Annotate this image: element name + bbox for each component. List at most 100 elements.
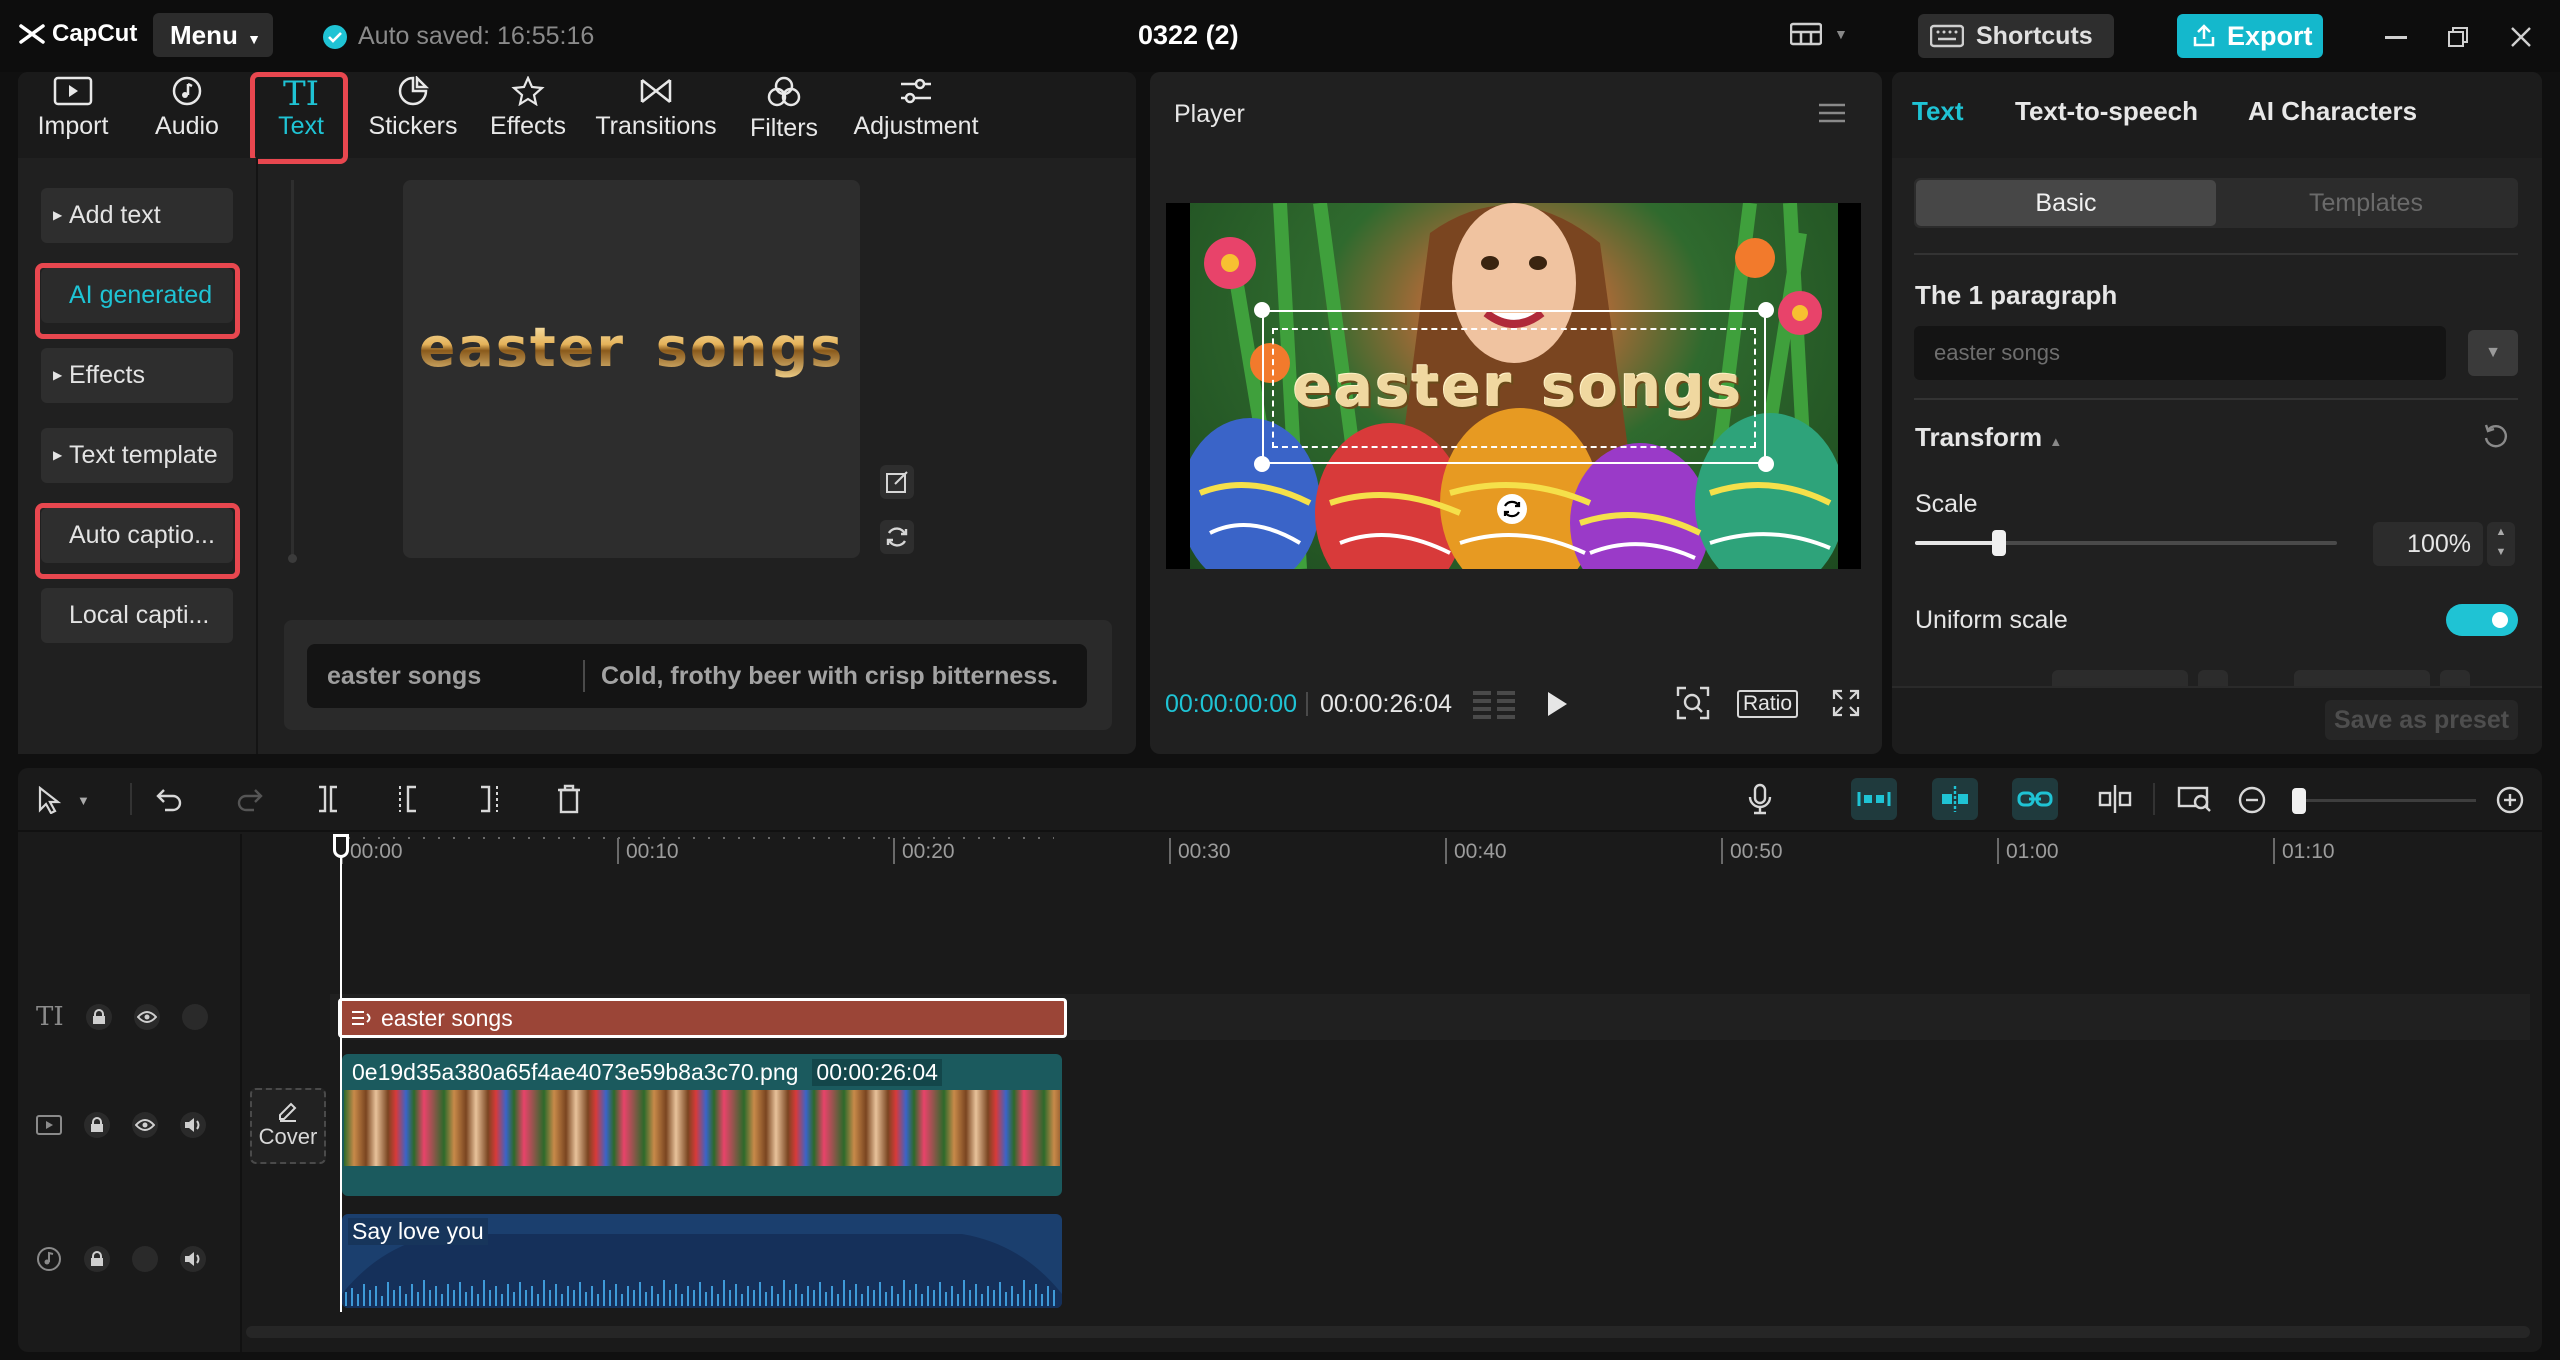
- main-track-magnet-button[interactable]: [1851, 778, 1897, 820]
- toolbar-stickers[interactable]: Stickers: [357, 76, 469, 160]
- save-as-preset-button[interactable]: Save as preset: [2325, 700, 2518, 740]
- scale-slider[interactable]: [1915, 530, 2337, 556]
- split-left-button[interactable]: [396, 784, 422, 814]
- toolbar-transitions[interactable]: Transitions: [593, 76, 719, 160]
- link-clips-button[interactable]: [2012, 778, 2058, 820]
- tab-text[interactable]: Text: [1912, 96, 1964, 127]
- select-tool-button[interactable]: ▼: [37, 786, 90, 814]
- toolbar-effects[interactable]: Effects: [472, 76, 584, 160]
- subtab-templates[interactable]: Templates: [2216, 180, 2516, 226]
- toolbar-filters[interactable]: Filters: [728, 76, 840, 160]
- eye-icon[interactable]: [132, 1112, 158, 1138]
- toolbar-adjustment[interactable]: Adjustment: [840, 76, 992, 160]
- regenerate-button[interactable]: [880, 520, 914, 554]
- toolbar-audio[interactable]: Audio: [131, 76, 243, 160]
- eye-icon[interactable]: [133, 1004, 160, 1030]
- position-fields-peek: [2294, 670, 2430, 686]
- text-clip[interactable]: easter songs: [338, 998, 1067, 1038]
- shortcuts-button[interactable]: Shortcuts: [1918, 14, 2114, 58]
- player-menu-button[interactable]: [1818, 102, 1846, 124]
- split-button[interactable]: [315, 784, 341, 814]
- chevron-up-icon[interactable]: ▲: [2487, 522, 2515, 542]
- speaker-icon[interactable]: [180, 1112, 206, 1138]
- lock-icon[interactable]: [84, 1112, 110, 1138]
- tab-text-to-speech[interactable]: Text-to-speech: [2015, 96, 2198, 127]
- scale-slider-thumb[interactable]: [1992, 530, 2007, 556]
- auto-snap-button[interactable]: [1932, 778, 1978, 820]
- playhead[interactable]: [340, 834, 342, 1312]
- zoom-to-fit-button[interactable]: [2177, 784, 2213, 814]
- chevron-down-icon: ▼: [2485, 344, 2501, 361]
- resize-handle[interactable]: [1758, 456, 1774, 472]
- delete-button[interactable]: [556, 784, 582, 814]
- paragraph-input[interactable]: easter songs: [1914, 326, 2446, 380]
- timeline-grid-button[interactable]: [1473, 689, 1517, 721]
- audio-clip[interactable]: Say love you: [342, 1214, 1062, 1308]
- tab-ai-characters[interactable]: AI Characters: [2248, 96, 2417, 127]
- resize-handle[interactable]: [1254, 302, 1270, 318]
- reset-transform-button[interactable]: [2482, 422, 2510, 450]
- play-button[interactable]: [1545, 690, 1569, 718]
- subtab-basic[interactable]: Basic: [1916, 180, 2216, 226]
- zoom-slider[interactable]: [2292, 788, 2476, 814]
- zoom-out-button[interactable]: [2238, 786, 2266, 814]
- sidebar-item-text-template[interactable]: ▶ Text template: [41, 428, 233, 483]
- undo-button[interactable]: [155, 786, 183, 812]
- audio-clip-label: Say love you: [348, 1218, 488, 1245]
- split-icon: [319, 785, 337, 813]
- split-right-button[interactable]: [475, 784, 501, 814]
- video-clip[interactable]: 0e19d35a380a65f4ae4073e59b8a3c70.png 00:…: [342, 1054, 1062, 1196]
- section-divider: [1914, 398, 2518, 400]
- paragraph-dropdown[interactable]: ▼: [2468, 330, 2518, 376]
- resize-handle[interactable]: [1758, 302, 1774, 318]
- content-scrollbar[interactable]: [291, 180, 294, 560]
- redo-button[interactable]: [236, 786, 264, 812]
- sidebar-item-local-captions[interactable]: Local capti...: [41, 588, 233, 643]
- resize-handle[interactable]: [1254, 456, 1270, 472]
- sidebar-item-label: Local capti...: [69, 601, 210, 629]
- timeline-ruler[interactable]: [244, 834, 2542, 868]
- zoom-in-button[interactable]: [2496, 786, 2524, 814]
- uniform-scale-toggle[interactable]: [2446, 604, 2518, 636]
- speaker-icon[interactable]: [180, 1246, 206, 1272]
- sidebar-item-add-text[interactable]: ▶ Add text: [41, 188, 233, 243]
- chevron-down-icon[interactable]: ▼: [2487, 542, 2515, 562]
- transform-header[interactable]: Transform ▲: [1915, 422, 2062, 453]
- edit-text-button[interactable]: [880, 465, 914, 499]
- layout-button[interactable]: ▼: [1790, 22, 1848, 46]
- shortcuts-label: Shortcuts: [1976, 21, 2093, 50]
- minimize-button[interactable]: [2385, 36, 2407, 39]
- preview-axis-button[interactable]: [2098, 784, 2132, 814]
- export-icon: [2193, 24, 2215, 47]
- chevron-down-icon[interactable]: ▼: [77, 793, 90, 808]
- timeline-scrollbar[interactable]: [246, 1326, 2530, 1338]
- sidebar-item-effects[interactable]: ▶ Effects: [41, 348, 233, 403]
- scrollbar-thumb[interactable]: [288, 554, 297, 563]
- sidebar-item-label: Add text: [69, 201, 161, 229]
- sidebar-item-label: Text template: [69, 441, 218, 469]
- export-button[interactable]: Export: [2177, 14, 2323, 58]
- scale-value-input[interactable]: 100%: [2373, 522, 2483, 566]
- fullscreen-button[interactable]: [1832, 689, 1860, 717]
- zoom-out-icon: [2238, 786, 2266, 814]
- prompt-input[interactable]: easter songs Cold, frothy beer with cris…: [307, 644, 1087, 708]
- restore-button[interactable]: [2447, 26, 2469, 48]
- lock-icon[interactable]: [84, 1246, 110, 1272]
- fit-view-button[interactable]: [1676, 686, 1710, 720]
- record-voiceover-button[interactable]: [1747, 783, 1773, 815]
- cover-button[interactable]: Cover: [250, 1088, 326, 1164]
- auto-captions-highlight: [35, 503, 240, 579]
- toolbar-import[interactable]: Import: [17, 76, 129, 160]
- lock-icon[interactable]: [85, 1004, 112, 1030]
- fullscreen-icon: [1832, 689, 1860, 717]
- rotate-handle[interactable]: [1497, 494, 1527, 524]
- scale-stepper[interactable]: ▲ ▼: [2487, 522, 2515, 566]
- ratio-button[interactable]: Ratio: [1737, 690, 1799, 718]
- zoom-slider-thumb[interactable]: [2292, 788, 2306, 814]
- close-button[interactable]: [2510, 26, 2532, 48]
- toolbar-audio-label: Audio: [155, 112, 219, 140]
- playhead-handle[interactable]: [333, 834, 349, 858]
- text-tool-highlight: [250, 72, 348, 164]
- menu-button[interactable]: Menu ▼: [153, 13, 273, 57]
- ai-text-preview-card[interactable]: easter songs: [403, 180, 860, 558]
